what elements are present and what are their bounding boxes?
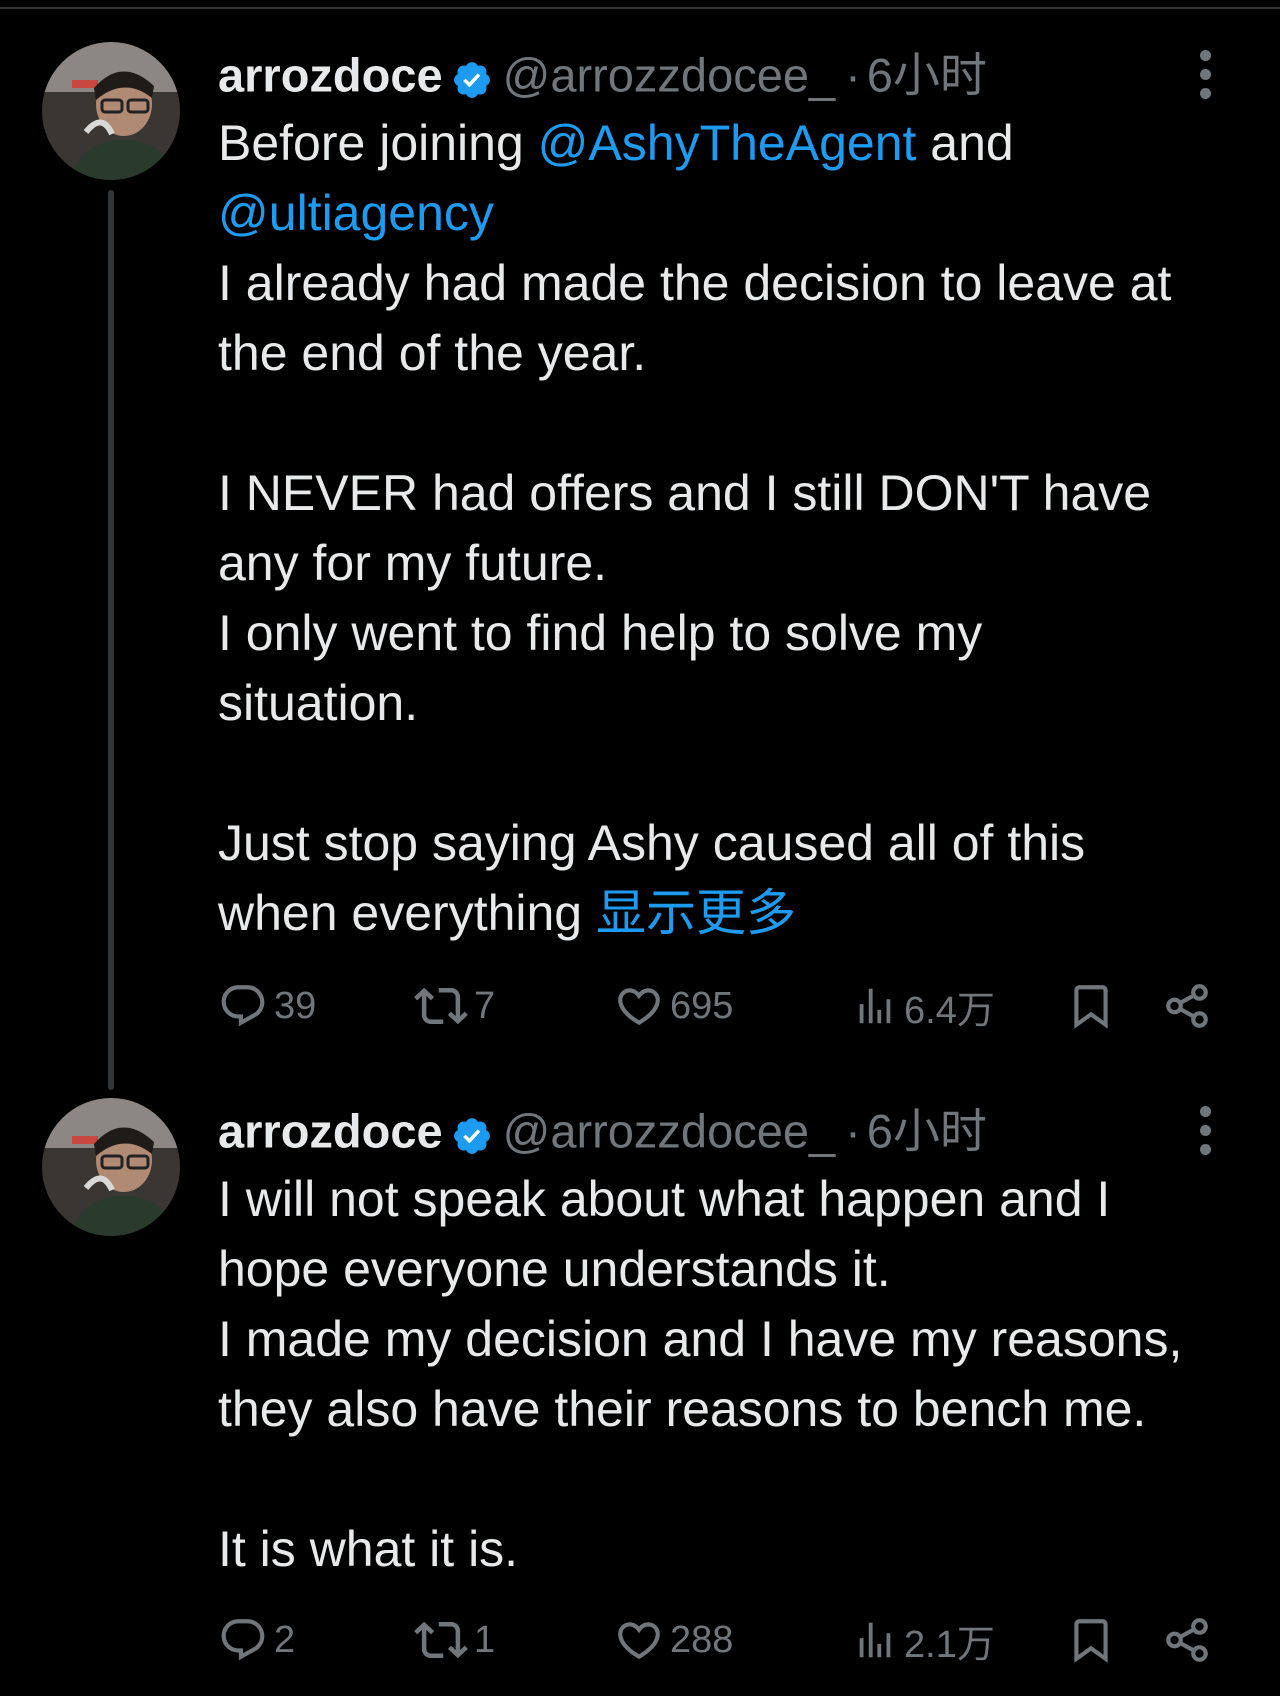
- show-more-link[interactable]: 显示更多: [596, 885, 796, 941]
- reply-icon: [221, 1619, 265, 1661]
- like-count: 288: [670, 1618, 734, 1661]
- repost-count: 7: [474, 984, 496, 1027]
- user-avatar-icon: [42, 1098, 180, 1236]
- reply-button[interactable]: 2: [218, 1610, 295, 1670]
- timestamp[interactable]: 6小时: [867, 1105, 987, 1158]
- reply-button[interactable]: 39: [218, 976, 316, 1036]
- avatar[interactable]: [42, 1098, 180, 1236]
- share-icon: [1166, 1618, 1208, 1662]
- tweet-text-line: It is what it is.: [218, 1521, 519, 1577]
- views-icon: [859, 1622, 891, 1658]
- heart-icon: [618, 1622, 660, 1660]
- bookmark-button[interactable]: [1066, 976, 1116, 1036]
- tweet-text-line: hope everyone understands it.: [218, 1241, 891, 1297]
- views-button[interactable]: 2.1万: [852, 1610, 995, 1670]
- timestamp[interactable]: 6小时: [867, 49, 987, 102]
- more-options-icon[interactable]: [1194, 50, 1218, 100]
- tweet[interactable]: arrozdoce @arrozzdocee_ · 6小时 Before joinin…: [0, 42, 1280, 1052]
- verified-badge-icon[interactable]: [451, 1111, 493, 1154]
- tweet-text-line: I will not speak about what happen and I: [218, 1171, 1111, 1227]
- tweet-text-line: Just stop saying Ashy caused all of this: [218, 815, 1086, 871]
- repost-icon: [414, 987, 468, 1025]
- reply-icon: [221, 985, 265, 1027]
- separator-dot: ·: [845, 48, 861, 102]
- like-button[interactable]: 288: [614, 1610, 733, 1670]
- tweet-text: Before joining @AshyTheAgent and @ultiag…: [218, 108, 1258, 948]
- user-avatar-icon: [42, 42, 180, 180]
- views-icon: [859, 988, 891, 1024]
- tweet-text-line: I only went to find help to solve my: [218, 605, 983, 661]
- avatar[interactable]: [42, 42, 180, 180]
- reply-count: 39: [274, 984, 317, 1027]
- more-options-icon[interactable]: [1194, 1106, 1218, 1156]
- tweet-text-line: they also have their reasons to bench me…: [218, 1381, 1147, 1437]
- share-icon: [1166, 984, 1208, 1028]
- tweet-text-line: I NEVER had offers and I still DON'T hav…: [218, 465, 1152, 521]
- user-handle[interactable]: @arrozzdocee_: [503, 49, 836, 102]
- tweet-text-segment: Before joining: [218, 115, 538, 171]
- view-count: 6.4万: [904, 989, 995, 1032]
- tweet-text-line: I already had made the decision to leave…: [218, 255, 1172, 311]
- tweet-text-line: the end of the year.: [218, 325, 647, 381]
- like-count: 695: [670, 984, 734, 1027]
- views-button[interactable]: 6.4万: [852, 976, 995, 1036]
- tweet-text-line: I made my decision and I have my reasons…: [218, 1311, 1183, 1367]
- mention-link[interactable]: @ultiagency: [218, 185, 494, 241]
- share-button[interactable]: [1162, 976, 1212, 1036]
- display-name[interactable]: arrozdoce: [218, 1105, 443, 1158]
- repost-button[interactable]: 1: [414, 1610, 495, 1670]
- separator-dot: ·: [845, 1104, 861, 1158]
- reply-count: 2: [274, 1618, 296, 1661]
- like-button[interactable]: 695: [614, 976, 733, 1036]
- heart-icon: [618, 988, 660, 1026]
- action-bar: 39 7 695 6.4万: [218, 976, 1228, 1036]
- display-name[interactable]: arrozdoce: [218, 49, 443, 102]
- bookmark-button[interactable]: [1066, 1610, 1116, 1670]
- view-count: 2.1万: [904, 1623, 995, 1666]
- tweet-text-segment: and: [916, 115, 1014, 171]
- tweet-header: arrozdoce @arrozzdocee_ · 6小时: [218, 1098, 1218, 1158]
- tweet-text: I will not speak about what happen and I…: [218, 1164, 1258, 1584]
- tweet[interactable]: arrozdoce @arrozzdocee_ · 6小时 I will not sp…: [0, 1098, 1280, 1696]
- verified-badge-icon[interactable]: [451, 55, 493, 98]
- tweet-header: arrozdoce @arrozzdocee_ · 6小时: [218, 42, 1218, 102]
- mention-link[interactable]: @AshyTheAgent: [538, 115, 917, 171]
- repost-button[interactable]: 7: [414, 976, 495, 1036]
- top-divider: [0, 7, 1280, 9]
- bookmark-icon: [1074, 985, 1108, 1029]
- repost-count: 1: [474, 1618, 496, 1661]
- tweet-text-segment: when everything: [218, 885, 597, 941]
- action-bar: 2 1 288 2.1万: [218, 1610, 1228, 1670]
- tweet-text-line: situation.: [218, 675, 419, 731]
- user-handle[interactable]: @arrozzdocee_: [503, 1105, 836, 1158]
- share-button[interactable]: [1162, 1610, 1212, 1670]
- bookmark-icon: [1074, 1619, 1108, 1663]
- repost-icon: [414, 1621, 468, 1659]
- tweet-text-line: any for my future.: [218, 535, 608, 591]
